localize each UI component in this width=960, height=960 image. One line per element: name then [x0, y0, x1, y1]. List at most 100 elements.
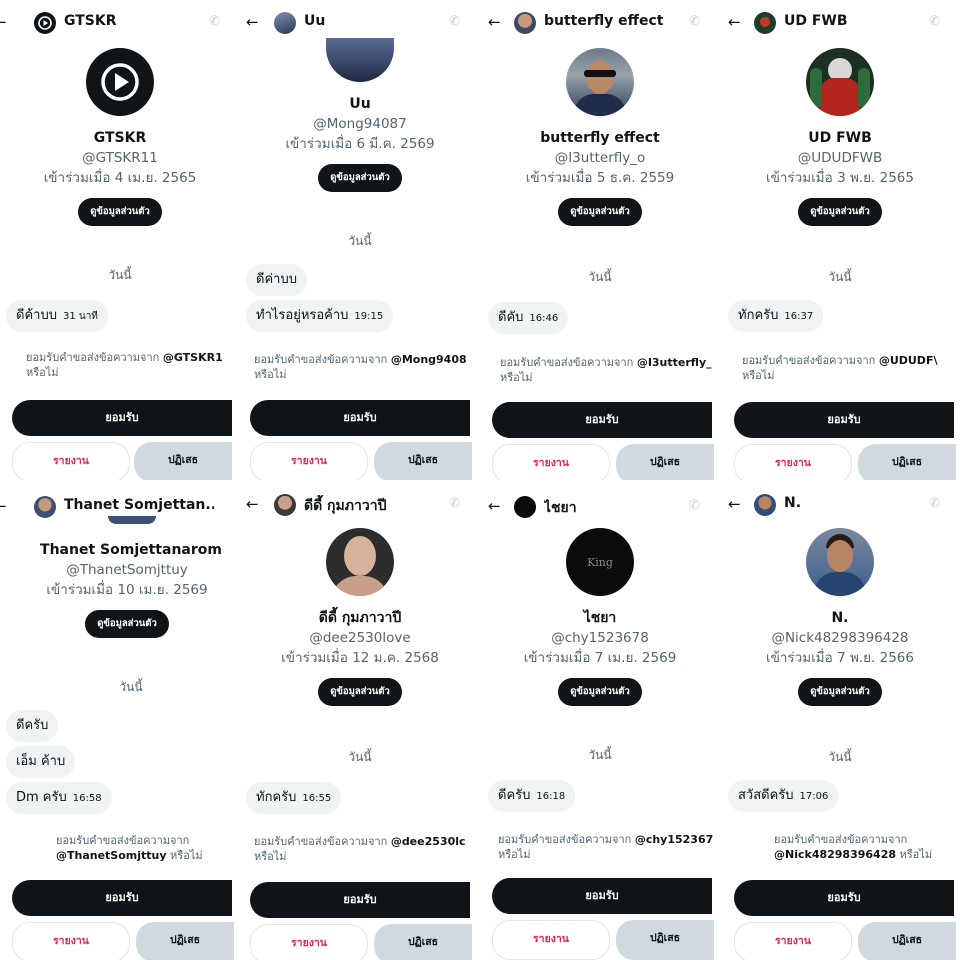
view-profile-button[interactable]: ดูข้อมูลส่วนตัว — [558, 678, 642, 706]
request-suffix: หรือไม่ — [254, 850, 287, 863]
accept-button[interactable]: ยอมรับ — [734, 402, 954, 438]
phone-icon[interactable]: ✆ — [689, 15, 700, 29]
header-name[interactable]: Uu — [304, 13, 325, 29]
back-arrow-icon[interactable]: ← — [728, 495, 741, 513]
reject-button[interactable]: ปฏิเสธ — [858, 444, 956, 480]
date-divider: วันนี้ — [348, 234, 372, 248]
accept-button[interactable]: ยอมรับ — [250, 882, 470, 918]
back-arrow-icon[interactable]: ← — [246, 495, 259, 513]
display-name: Thanet Somjettanarom — [40, 542, 222, 558]
header-name[interactable]: GTSKR — [64, 13, 117, 29]
reject-button[interactable]: ปฏิเสธ — [374, 442, 472, 480]
view-profile-button[interactable]: ดูข้อมูลส่วนตัว — [318, 164, 402, 192]
reject-button[interactable]: ปฏิเสธ — [858, 922, 956, 960]
phone-icon[interactable]: ✆ — [449, 497, 460, 511]
date-divider: วันนี้ — [119, 680, 143, 694]
phone-icon[interactable]: ✆ — [929, 497, 940, 511]
reject-button[interactable]: ปฏิเสธ — [374, 924, 472, 960]
message-text: ดีค้าบบ — [16, 308, 57, 323]
back-arrow-icon[interactable]: ← — [728, 13, 741, 31]
photo-avatar[interactable] — [326, 38, 394, 82]
header-name[interactable]: Thanet Somjettan... — [64, 497, 214, 513]
header-avatar[interactable] — [274, 12, 296, 34]
header-avatar[interactable] — [34, 12, 56, 34]
header-avatar[interactable] — [754, 494, 776, 516]
message-text: ทักครับ — [738, 308, 779, 323]
accept-button[interactable]: ยอมรับ — [250, 400, 470, 436]
photo-avatar[interactable] — [566, 48, 634, 116]
dm-request-panel-chaiya: ← ไชยา ✆ King ไชยา @chy1523678 เข้าร่วมเ… — [480, 480, 720, 960]
phone-icon[interactable]: ✆ — [449, 15, 460, 29]
header-avatar[interactable] — [514, 12, 536, 34]
profile-card: GTSKR @GTSKR11 เข้าร่วมเมื่อ 4 เม.ย. 256… — [0, 48, 240, 226]
reject-button[interactable]: ปฏิเสธ — [616, 444, 714, 480]
user-handle: @GTSKR11 — [82, 150, 158, 166]
view-profile-button[interactable]: ดูข้อมูลส่วนตัว — [318, 678, 402, 706]
accept-button[interactable]: ยอมรับ — [492, 878, 712, 914]
back-arrow-icon[interactable]: ← — [488, 13, 501, 31]
display-name: butterfly effect — [540, 130, 660, 146]
message-bubble: ดีครับ 16:18 — [488, 780, 576, 812]
profile-card: UD FWB @UDUDFWB เข้าร่วมเมื่อ 3 พ.ย. 256… — [720, 48, 960, 226]
back-arrow-icon[interactable]: ← — [0, 497, 7, 515]
accept-button[interactable]: ยอมรับ — [734, 880, 954, 916]
request-handle: @ThanetSomjttuy — [56, 849, 167, 862]
header-name[interactable]: ไชยา — [544, 497, 577, 519]
view-profile-button[interactable]: ดูข้อมูลส่วนตัว — [798, 198, 882, 226]
report-button[interactable]: รายงาน — [250, 442, 368, 480]
phone-icon[interactable]: ✆ — [689, 499, 700, 513]
request-prompt: ยอมรับคำขอส่งข้อความจาก @Mong9408 หรือไม… — [254, 352, 472, 382]
header-name[interactable]: butterfly effect — [544, 13, 663, 29]
view-profile-button[interactable]: ดูข้อมูลส่วนตัว — [558, 198, 642, 226]
phone-icon[interactable]: ✆ — [929, 15, 940, 29]
accept-button[interactable]: ยอมรับ — [492, 402, 712, 438]
header-name[interactable]: ดีดี้ กุมภาวาปี — [304, 495, 386, 517]
user-handle: @ThanetSomjttuy — [66, 562, 188, 578]
report-button[interactable]: รายงาน — [12, 442, 130, 480]
king-logo-avatar[interactable]: King — [566, 528, 634, 596]
message-text: ทำไรอยู่หรอค้าบ — [256, 308, 349, 323]
header: ← ดีดี้ กุมภาวาปี ✆ — [240, 488, 480, 520]
play-logo-avatar[interactable] — [86, 48, 154, 116]
header-avatar[interactable] — [754, 12, 776, 34]
message-time: 31 นาที — [62, 311, 98, 322]
header-name[interactable]: UD FWB — [784, 13, 848, 29]
report-button[interactable]: รายงาน — [492, 920, 610, 960]
header-avatar[interactable] — [34, 496, 56, 518]
report-button[interactable]: รายงาน — [12, 922, 130, 960]
joined-date: เข้าร่วมเมื่อ 3 พ.ย. 2565 — [766, 170, 914, 186]
back-arrow-icon[interactable]: ← — [246, 13, 259, 31]
report-button[interactable]: รายงาน — [250, 924, 368, 960]
user-handle: @dee2530love — [309, 630, 411, 646]
photo-avatar[interactable] — [806, 528, 874, 596]
view-profile-button[interactable]: ดูข้อมูลส่วนตัว — [78, 198, 162, 226]
header-avatar[interactable] — [274, 494, 296, 516]
date-divider: วันนี้ — [108, 268, 132, 282]
reject-button[interactable]: ปฏิเสธ — [616, 920, 714, 960]
report-button[interactable]: รายงาน — [492, 444, 610, 480]
back-arrow-icon[interactable]: ← — [488, 497, 501, 515]
date-divider: วันนี้ — [348, 750, 372, 764]
photo-avatar[interactable] — [108, 516, 156, 524]
photo-avatar[interactable] — [326, 528, 394, 596]
report-button[interactable]: รายงาน — [734, 922, 852, 960]
request-suffix: หรือไม่ — [498, 848, 531, 861]
reject-button[interactable]: ปฏิเสธ — [134, 442, 232, 480]
dm-request-panel-gtskr: ← GTSKR ✆ GTSKR @GTSKR11 เข้าร่วมเมื่อ 4… — [0, 0, 240, 480]
view-profile-button[interactable]: ดูข้อมูลส่วนตัว — [85, 610, 169, 638]
view-profile-button[interactable]: ดูข้อมูลส่วนตัว — [798, 678, 882, 706]
photo-avatar[interactable] — [806, 48, 874, 116]
profile-card: N. @Nick48298396428 เข้าร่วมเมื่อ 7 พ.ย.… — [720, 528, 960, 706]
report-button[interactable]: รายงาน — [734, 444, 852, 480]
header-avatar[interactable] — [514, 496, 536, 518]
accept-button[interactable]: ยอมรับ — [12, 880, 232, 916]
back-arrow-icon[interactable]: ← — [0, 13, 7, 31]
phone-icon[interactable]: ✆ — [209, 15, 220, 29]
request-suffix: หรือไม่ — [742, 369, 775, 382]
request-prompt: ยอมรับคำขอส่งข้อความจาก @dee2530lc หรือไ… — [254, 834, 472, 864]
accept-button[interactable]: ยอมรับ — [12, 400, 232, 436]
request-prompt: ยอมรับคำขอส่งข้อความจาก @chy152367 หรือไ… — [498, 832, 716, 862]
reject-button[interactable]: ปฏิเสธ — [136, 922, 234, 960]
message-text: เอ็ม ค้าบ — [16, 754, 66, 769]
header-name[interactable]: N. — [784, 495, 801, 511]
